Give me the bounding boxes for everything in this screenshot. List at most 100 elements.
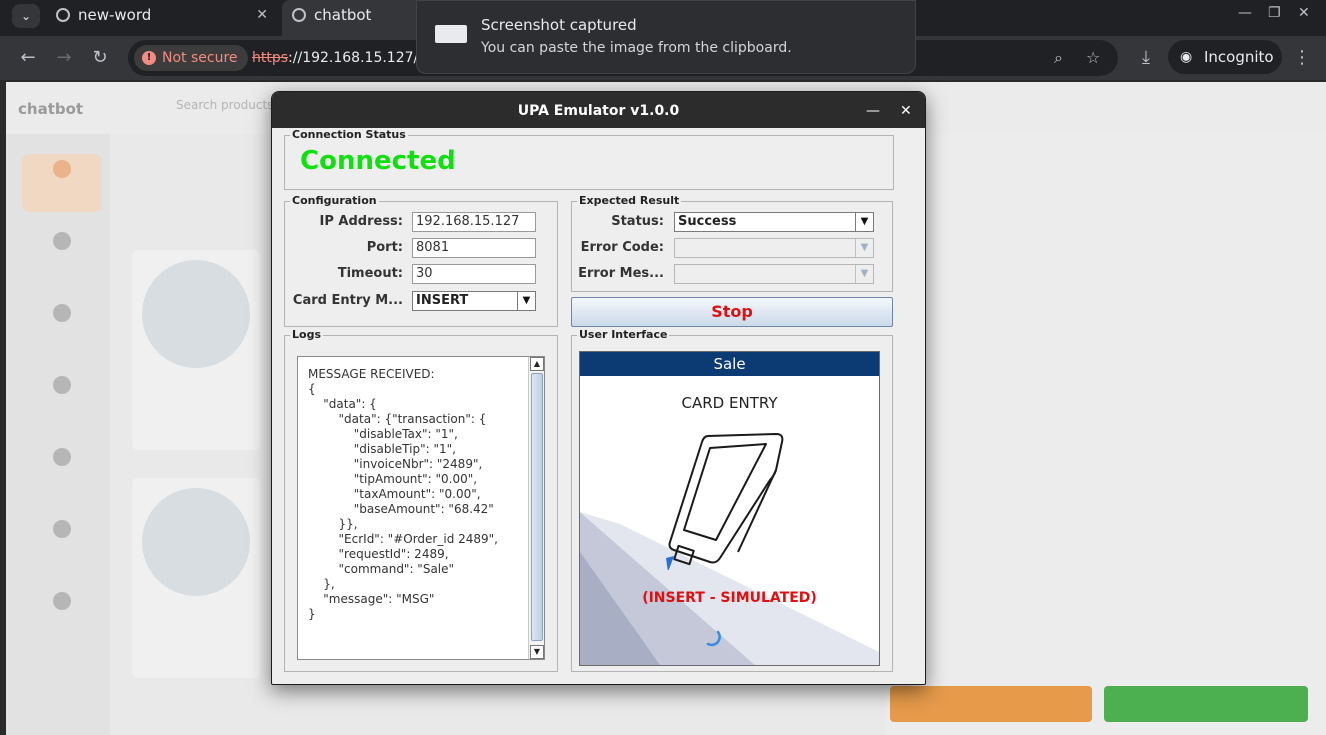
card-terminal-icon xyxy=(666,433,784,570)
log-textarea[interactable]: MESSAGE RECEIVED: { "data": { "data": {"… xyxy=(297,356,545,660)
sidebar-item-orders[interactable] xyxy=(22,370,102,428)
cashier-icon xyxy=(53,304,71,322)
warning-icon: ! xyxy=(142,51,156,65)
screen-prompt: CARD ENTRY xyxy=(681,394,778,412)
group-title: Expected Result xyxy=(577,194,682,207)
status-label: Status: xyxy=(611,214,664,229)
group-title: Connection Status xyxy=(290,128,408,141)
timeout-field[interactable]: 30 xyxy=(412,264,536,284)
screenshot-notification[interactable]: Screenshot captured You can paste the im… xyxy=(416,0,916,74)
globe-icon xyxy=(56,8,70,22)
scroll-down-arrow-icon[interactable]: ▼ xyxy=(530,645,544,659)
hold-button[interactable] xyxy=(890,686,1092,722)
error-code-label: Error Code: xyxy=(580,240,664,255)
timeout-label: Timeout: xyxy=(337,266,403,281)
globe-icon xyxy=(292,8,306,22)
incognito-icon: ◉ xyxy=(1180,49,1193,65)
logs-group: Logs MESSAGE RECEIVED: { "data": { "data… xyxy=(284,328,558,672)
emulator-title: UPA Emulator v1.0.0 xyxy=(517,103,680,119)
card-entry-value: INSERT xyxy=(416,293,469,308)
sidebar-item-settings[interactable] xyxy=(22,514,102,572)
order-panel xyxy=(886,134,1326,735)
menu-kebab-icon[interactable]: ⋮ xyxy=(1290,46,1314,70)
loading-spinner-icon xyxy=(706,630,721,647)
emulator-close-icon[interactable]: ✕ xyxy=(900,92,912,130)
product-search-input[interactable]: Search products xyxy=(176,98,276,118)
sidebar-item-reset[interactable] xyxy=(22,586,102,644)
group-title: Logs xyxy=(290,328,323,341)
back-arrow-icon[interactable]: ← xyxy=(16,46,40,70)
screen-header: Sale xyxy=(580,352,879,376)
security-chip[interactable]: ! Not secure xyxy=(134,45,248,71)
log-scrollbar[interactable]: ▲ ▼ xyxy=(528,357,544,659)
chevron-down-icon[interactable]: ▼ xyxy=(855,213,873,231)
group-title: User Interface xyxy=(577,328,670,341)
stop-button[interactable]: Stop xyxy=(571,297,893,327)
forward-arrow-icon[interactable]: → xyxy=(52,46,76,70)
sidebar-item-home[interactable] xyxy=(22,154,102,212)
port-label: Port: xyxy=(366,240,403,255)
emulator-minimize-icon[interactable]: — xyxy=(866,92,880,130)
user-icon xyxy=(53,232,71,250)
chevron-down-icon: ▼ xyxy=(855,239,873,257)
log-text: MESSAGE RECEIVED: { "data": { "data": {"… xyxy=(308,367,498,621)
close-window-icon[interactable]: ✕ xyxy=(1298,5,1310,21)
url-text[interactable]: https://192.168.15.127/ch xyxy=(252,40,435,76)
bookmark-star-icon[interactable]: ☆ xyxy=(1086,48,1100,67)
reset-icon xyxy=(53,592,71,610)
error-message-label: Error Mes... xyxy=(578,266,664,281)
emulator-titlebar[interactable]: UPA Emulator v1.0.0 xyxy=(272,92,925,128)
card-entry-label: Card Entry M... xyxy=(292,293,403,308)
error-message-select[interactable]: ▼ xyxy=(674,264,874,284)
product-card[interactable] xyxy=(132,250,260,450)
screen-status-text: (INSERT - SIMULATED) xyxy=(642,590,817,606)
connection-status-group: Connection Status Connected xyxy=(284,128,894,190)
terminal-screen: Sale CARD ENTRY (INSERT - SIMULATED) xyxy=(579,351,880,666)
app-brand: chatbot xyxy=(18,100,84,118)
ip-address-label: IP Address: xyxy=(319,214,403,229)
sidebar-item-customers[interactable] xyxy=(22,226,102,284)
status-select[interactable]: Success ▼ xyxy=(674,212,874,232)
chevron-down-icon[interactable]: ▼ xyxy=(517,292,535,310)
download-icon[interactable]: ⤓ xyxy=(1134,46,1158,70)
error-code-select[interactable]: ▼ xyxy=(674,238,874,258)
incognito-badge[interactable]: ◉ Incognito xyxy=(1168,40,1282,74)
chevron-down-icon: ▼ xyxy=(855,265,873,283)
status-value: Success xyxy=(678,214,737,229)
group-title: Configuration xyxy=(290,194,379,207)
screenshot-icon xyxy=(435,25,467,43)
browser-tab-new-word[interactable]: new-word ✕ xyxy=(46,0,280,30)
upa-emulator-window: UPA Emulator v1.0.0 — ✕ Connection Statu… xyxy=(271,91,926,685)
expected-result-group: Expected Result Status: Success ▼ Error … xyxy=(571,194,893,292)
home-icon xyxy=(53,160,71,178)
scroll-thumb[interactable] xyxy=(531,373,543,641)
minimize-window-icon[interactable]: — xyxy=(1238,5,1252,21)
settings-icon xyxy=(53,520,71,538)
tab-search-dropdown[interactable]: ⌄ xyxy=(12,4,40,28)
notification-message: You can paste the image from the clipboa… xyxy=(481,40,792,56)
scroll-up-arrow-icon[interactable]: ▲ xyxy=(530,357,544,371)
app-sidebar xyxy=(6,134,110,735)
product-image xyxy=(142,260,250,368)
user-interface-group: User Interface Sale CARD ENTRY (INSERT -… xyxy=(571,328,893,672)
connection-status-text: Connected xyxy=(300,146,456,176)
port-field[interactable]: 8081 xyxy=(412,238,536,258)
tab-label: new-word xyxy=(78,6,152,24)
notification-title: Screenshot captured xyxy=(481,16,637,34)
security-label: Not secure xyxy=(162,50,238,66)
reload-icon[interactable]: ↻ xyxy=(88,46,112,70)
ip-address-field[interactable]: 192.168.15.127 xyxy=(412,212,536,232)
sidebar-item-cashier[interactable] xyxy=(22,298,102,356)
incognito-label: Incognito xyxy=(1204,48,1274,66)
report-icon xyxy=(53,448,71,466)
zoom-search-icon[interactable]: ⌕ xyxy=(1054,48,1063,68)
product-image xyxy=(142,488,250,596)
tab-close-icon[interactable]: ✕ xyxy=(256,0,268,30)
card-entry-select[interactable]: INSERT ▼ xyxy=(412,291,536,311)
sidebar-item-report[interactable] xyxy=(22,442,102,500)
configuration-group: Configuration IP Address: 192.168.15.127… xyxy=(284,194,558,327)
maximize-window-icon[interactable]: ❐ xyxy=(1268,5,1281,21)
tab-label: chatbot xyxy=(314,6,372,24)
product-card[interactable] xyxy=(132,478,260,678)
pay-button[interactable] xyxy=(1104,686,1308,722)
